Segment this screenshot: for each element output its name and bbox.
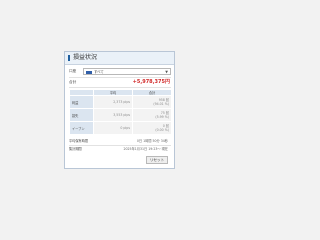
period-value: 2025年1月31日 19:23〜 現在: [123, 147, 168, 151]
panel-header: 損益状況: [65, 52, 174, 65]
divider: [69, 145, 171, 146]
total-label: 合計: [69, 80, 77, 84]
panel-title: 損益状況: [73, 54, 98, 61]
loss-percent: (5.99 %): [155, 115, 169, 119]
row-label-loss: 損失: [69, 108, 94, 122]
account-label: 口座: [69, 69, 77, 73]
chevron-down-icon: ▼: [165, 69, 168, 74]
profit-average: 2,373 pips: [93, 95, 133, 109]
account-select[interactable]: すべて ▼: [83, 68, 171, 75]
pl-table: 平均 合計 利益 2,373 pips 958 回 (94.01 %) 損失 3,…: [69, 89, 172, 135]
account-select-value: すべて: [94, 69, 104, 74]
even-percent: (0.00 %): [155, 128, 169, 132]
flag-icon: [86, 70, 92, 74]
even-total: 0 回 (0.00 %): [132, 121, 172, 135]
table-row: 利益 2,373 pips 958 回 (94.01 %): [69, 95, 172, 109]
profit-percent: (94.01 %): [153, 102, 169, 106]
reset-button[interactable]: リセット: [146, 156, 168, 164]
loss-total: 75 回 (5.99 %): [132, 108, 172, 122]
holding-time-label: 平均保有時間: [69, 139, 89, 143]
row-label-even: イーブン: [69, 121, 94, 135]
holding-time-value: 0日 1時間 50分 34秒: [136, 139, 168, 143]
row-label-profit: 利益: [69, 95, 94, 109]
divider: [69, 87, 171, 88]
header-accent-bar: [68, 55, 70, 61]
period-label: 集計期間: [69, 147, 82, 151]
even-average: 0 pips: [93, 121, 133, 135]
profit-total: 958 回 (94.01 %): [132, 95, 172, 109]
table-row: イーブン 0 pips 0 回 (0.00 %): [69, 121, 172, 135]
table-row: 損失 3,553 pips 75 回 (5.99 %): [69, 108, 172, 122]
total-value: +5,978,375円: [132, 79, 170, 85]
pl-summary-panel: 損益状況 口座 すべて ▼ 合計 +5,978,375円 平均 合計 利益 2,…: [64, 51, 175, 169]
divider: [69, 77, 171, 78]
loss-average: 3,553 pips: [93, 108, 133, 122]
